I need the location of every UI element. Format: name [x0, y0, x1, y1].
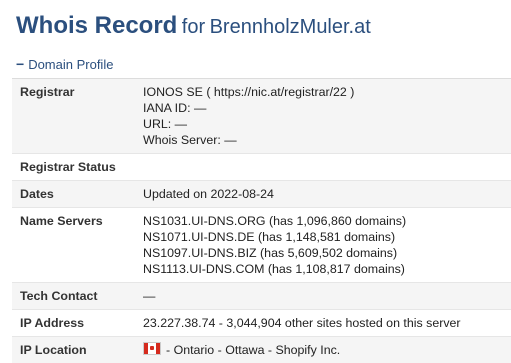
name-server-link[interactable]: NS1031.UI-DNS.ORG (has 1,096,860 domains…	[143, 213, 503, 229]
name-server-link[interactable]: NS1097.UI-DNS.BIZ (has 5,609,502 domains…	[143, 245, 503, 261]
row-value: IONOS SE ( https://nic.at/registrar/22 )…	[135, 79, 511, 154]
row-label: IP Address	[12, 310, 135, 337]
ip-location-value: - Ontario - Ottawa - Shopify Inc.	[166, 343, 340, 357]
domain-profile-toggle[interactable]: − Domain Profile	[16, 56, 113, 72]
title-domain: BrennholzMuler.at	[210, 16, 371, 38]
title-for: for	[182, 16, 205, 38]
name-server-link[interactable]: NS1113.UI-DNS.COM (has 1,108,817 domains…	[143, 261, 503, 277]
row-label: Tech Contact	[12, 283, 135, 310]
name-server-link[interactable]: NS1071.UI-DNS.DE (has 1,148,581 domains)	[143, 229, 503, 245]
row-label: Registrar	[12, 79, 135, 154]
canada-flag-icon	[143, 342, 161, 355]
row-label: IP Location	[12, 337, 135, 363]
title-main: Whois Record	[16, 12, 177, 39]
registrar-line: URL: —	[143, 116, 503, 132]
row-value: —	[135, 283, 511, 310]
section-label: Domain Profile	[28, 57, 113, 72]
collapse-icon: −	[16, 56, 24, 72]
whois-table: Registrar IONOS SE ( https://nic.at/regi…	[12, 78, 511, 363]
ip-address-value[interactable]: 23.227.38.74 - 3,044,904 other sites hos…	[135, 310, 511, 337]
table-row: Name Servers NS1031.UI-DNS.ORG (has 1,09…	[12, 208, 511, 283]
table-row: Tech Contact —	[12, 283, 511, 310]
row-value: NS1031.UI-DNS.ORG (has 1,096,860 domains…	[135, 208, 511, 283]
table-row: Registrar IONOS SE ( https://nic.at/regi…	[12, 79, 511, 154]
row-label: Registrar Status	[12, 154, 135, 181]
row-value: Updated on 2022-08-24	[135, 181, 511, 208]
row-value	[135, 154, 511, 181]
row-label: Name Servers	[12, 208, 135, 283]
table-row: Dates Updated on 2022-08-24	[12, 181, 511, 208]
table-row: Registrar Status	[12, 154, 511, 181]
table-row: IP Location - Ontario - Ottawa - Shopify…	[12, 337, 511, 363]
table-row: IP Address 23.227.38.74 - 3,044,904 othe…	[12, 310, 511, 337]
row-label: Dates	[12, 181, 135, 208]
row-value: - Ontario - Ottawa - Shopify Inc.	[135, 337, 511, 363]
registrar-line: IANA ID: —	[143, 100, 503, 116]
page-title: Whois Record for BrennholzMuler.at	[16, 12, 371, 40]
registrar-line: Whois Server: —	[143, 132, 503, 148]
registrar-line: IONOS SE ( https://nic.at/registrar/22 )	[143, 84, 503, 100]
